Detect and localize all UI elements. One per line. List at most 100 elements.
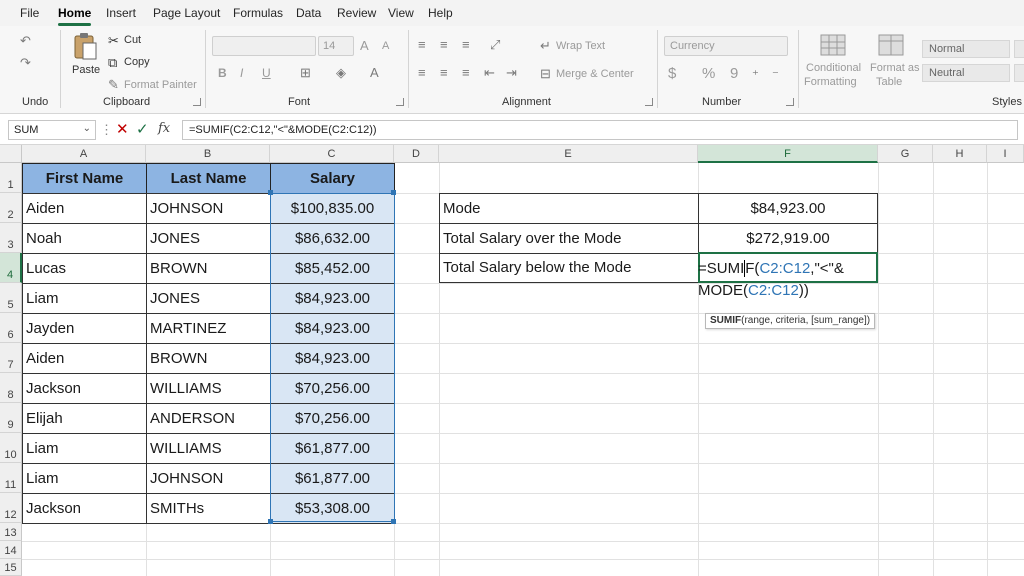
row-header-11[interactable]: 11 <box>0 463 22 493</box>
column-header-f[interactable]: F <box>698 145 878 163</box>
cell-a11[interactable]: Liam <box>22 463 147 494</box>
tab-review[interactable]: Review <box>337 6 376 20</box>
cell-b2[interactable]: JOHNSON <box>146 193 271 224</box>
cell-b10[interactable]: WILLIAMS <box>146 433 271 464</box>
cell-c7[interactable]: $84,923.00 <box>270 343 395 374</box>
merge-center-icon[interactable]: ⊟ <box>540 67 551 80</box>
row-header-2[interactable]: 2 <box>0 193 22 223</box>
tab-data[interactable]: Data <box>296 6 321 20</box>
underline-button[interactable]: U <box>262 66 271 80</box>
cell-a2[interactable]: Aiden <box>22 193 147 224</box>
insert-function-icon[interactable]: fx <box>158 122 170 135</box>
tab-file[interactable]: File <box>20 6 39 20</box>
cell-a5[interactable]: Liam <box>22 283 147 314</box>
cell-a7[interactable]: Aiden <box>22 343 147 374</box>
paste-icon[interactable] <box>72 32 98 62</box>
font-launcher-icon[interactable] <box>396 98 404 106</box>
more-options-icon[interactable]: ⋮ <box>100 123 113 136</box>
clipboard-launcher-icon[interactable] <box>193 98 201 106</box>
borders-icon[interactable]: ⊞ <box>300 66 311 79</box>
bold-button[interactable]: B <box>218 66 227 80</box>
cut-button[interactable]: Cut <box>124 34 141 46</box>
cell-f3[interactable]: $272,919.00 <box>698 223 878 254</box>
copy-icon[interactable]: ⧉ <box>108 56 117 69</box>
align-left-icon[interactable]: ≡ <box>418 66 426 79</box>
enter-check-icon[interactable]: ✓ <box>136 122 149 137</box>
cell-e4[interactable]: Total Salary below the Mode <box>439 253 699 283</box>
formula-input[interactable]: =SUMIF(C2:C12,"<"&MODE(C2:C12)) <box>182 120 1018 140</box>
wrap-text-icon[interactable]: ↵ <box>540 39 551 52</box>
format-as-table-button[interactable]: Format as <box>870 62 920 74</box>
name-box[interactable]: SUM ⌄ <box>8 120 96 140</box>
cell-b11[interactable]: JOHNSON <box>146 463 271 494</box>
range-handle[interactable] <box>268 190 273 195</box>
cell-c12[interactable]: $53,308.00 <box>270 493 395 524</box>
align-middle-icon[interactable]: ≡ <box>440 38 448 51</box>
number-launcher-icon[interactable] <box>786 98 794 106</box>
grow-font-icon[interactable]: A <box>360 38 369 53</box>
format-painter-icon[interactable]: ✎ <box>108 78 119 91</box>
cell-a3[interactable]: Noah <box>22 223 147 254</box>
wrap-text-button[interactable]: Wrap Text <box>556 40 605 52</box>
cell-a4[interactable]: Lucas <box>22 253 147 284</box>
cell-c11[interactable]: $61,877.00 <box>270 463 395 494</box>
cell-b1-header[interactable]: Last Name <box>146 163 271 194</box>
tab-insert[interactable]: Insert <box>106 6 136 20</box>
row-header-12[interactable]: 12 <box>0 493 22 523</box>
row-header-10[interactable]: 10 <box>0 433 22 463</box>
align-center-icon[interactable]: ≡ <box>440 66 448 79</box>
copy-button[interactable]: Copy <box>124 56 150 68</box>
undo-icon[interactable]: ↶ <box>20 34 31 47</box>
format-as-table-icon[interactable] <box>878 34 904 56</box>
alignment-launcher-icon[interactable] <box>645 98 653 106</box>
decrease-indent-icon[interactable]: ⇤ <box>484 66 495 79</box>
redo-icon[interactable]: ↷ <box>20 56 31 69</box>
cancel-icon[interactable]: ✕ <box>116 122 129 137</box>
italic-button[interactable]: I <box>240 66 243 80</box>
cut-icon[interactable]: ✂ <box>108 34 119 47</box>
range-handle[interactable] <box>391 519 396 524</box>
number-format-dropdown[interactable]: Currency <box>664 36 788 56</box>
row-header-13[interactable]: 13 <box>0 523 22 541</box>
cell-c4[interactable]: $85,452.00 <box>270 253 395 284</box>
cell-c5[interactable]: $84,923.00 <box>270 283 395 314</box>
font-size-dropdown[interactable]: 14 <box>318 36 354 56</box>
row-header-1[interactable]: 1 <box>0 163 22 193</box>
cell-b5[interactable]: JONES <box>146 283 271 314</box>
row-header-14[interactable]: 14 <box>0 541 22 559</box>
accounting-format-button[interactable]: $ <box>668 65 676 82</box>
tab-view[interactable]: View <box>388 6 414 20</box>
cell-a6[interactable]: Jayden <box>22 313 147 344</box>
align-bottom-icon[interactable]: ≡ <box>462 38 470 51</box>
range-handle[interactable] <box>391 190 396 195</box>
cell-c3[interactable]: $86,632.00 <box>270 223 395 254</box>
chevron-down-icon[interactable]: ⌄ <box>83 123 91 134</box>
font-color-icon[interactable]: A <box>370 66 379 79</box>
style-bad[interactable] <box>1014 40 1024 58</box>
comma-style-button[interactable]: 9 <box>730 65 738 82</box>
tab-page-layout[interactable]: Page Layout <box>153 6 220 20</box>
column-header-c[interactable]: C <box>270 145 394 163</box>
cell-e2[interactable]: Mode <box>439 193 699 224</box>
tab-home[interactable]: Home <box>58 6 92 26</box>
row-header-4[interactable]: 4 <box>0 253 22 283</box>
orientation-icon[interactable]: ⤢ <box>490 38 500 51</box>
function-tooltip[interactable]: SUMIF(range, criteria, [sum_range]) <box>705 313 876 329</box>
cell-a9[interactable]: Elijah <box>22 403 147 434</box>
cell-b12[interactable]: SMITHs <box>146 493 271 524</box>
style-normal[interactable]: Normal <box>922 40 1010 58</box>
cell-e3[interactable]: Total Salary over the Mode <box>439 223 699 254</box>
cell-b9[interactable]: ANDERSON <box>146 403 271 434</box>
cell-c2[interactable]: $100,835.00 <box>270 193 395 224</box>
row-header-5[interactable]: 5 <box>0 283 22 313</box>
cell-c10[interactable]: $61,877.00 <box>270 433 395 464</box>
cell-c6[interactable]: $84,923.00 <box>270 313 395 344</box>
cell-c9[interactable]: $70,256.00 <box>270 403 395 434</box>
cell-a8[interactable]: Jackson <box>22 373 147 404</box>
cell-a12[interactable]: Jackson <box>22 493 147 524</box>
conditional-formatting-icon[interactable] <box>820 34 846 56</box>
row-header-8[interactable]: 8 <box>0 373 22 403</box>
cell-b6[interactable]: MARTINEZ <box>146 313 271 344</box>
row-header-3[interactable]: 3 <box>0 223 22 253</box>
style-neutral[interactable]: Neutral <box>922 64 1010 82</box>
